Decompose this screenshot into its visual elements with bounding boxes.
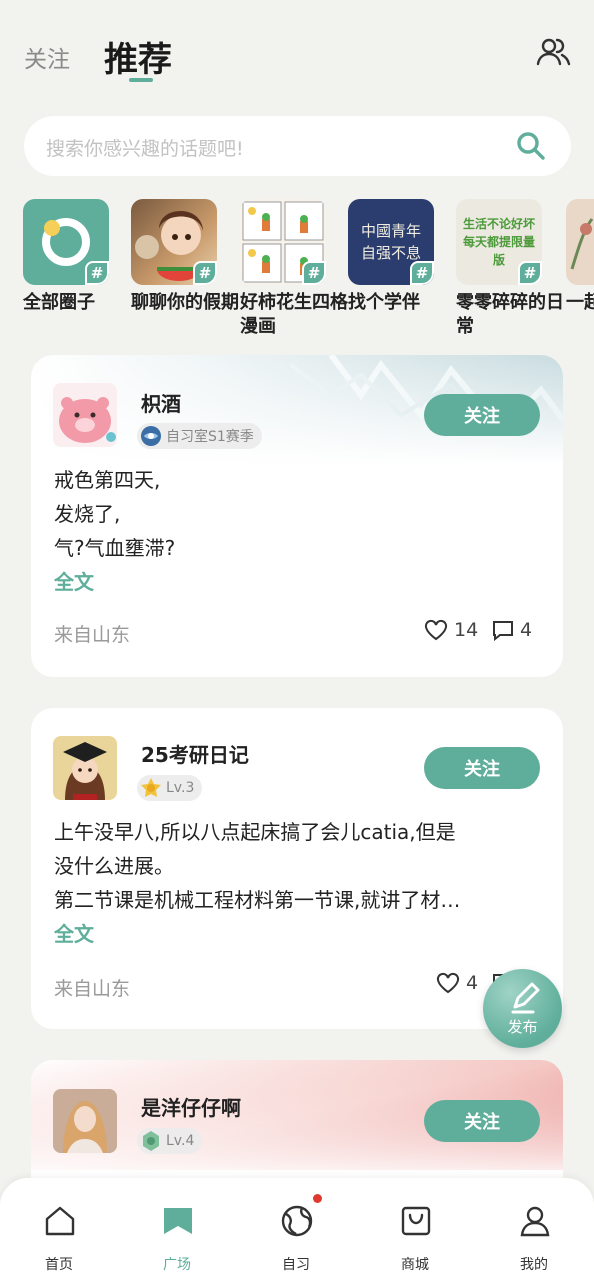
username[interactable]: 枳酒 [141,388,181,417]
circle-label: 全部圈子 [23,292,95,313]
like-button[interactable]: 4 [436,972,478,994]
badge-text: Lv.4 [166,1133,195,1149]
hash-badge-icon: # [85,261,109,285]
post-content[interactable]: 上午没早八,所以八点起床搞了会儿catia,但是 没什么进展。 第二节课是机械工… [54,815,544,917]
post-text-line: 戒色第四天, [54,468,161,492]
full-text-link[interactable]: 全文 [54,918,94,947]
pink-beaver-avatar [59,397,116,443]
nav-label: 我的 [520,1257,548,1273]
nav-item-home[interactable]: 首页 [0,1178,118,1280]
heart-icon [436,972,460,994]
plaza-icon [164,1208,192,1234]
users-icon [536,38,571,66]
circle-thumb: # [240,199,326,285]
post-text-line: 第二节课是机械工程材料第一节课,就讲了材… [54,888,461,912]
avatar[interactable] [53,736,117,800]
tab-follow[interactable]: 关注 [24,40,70,74]
badge-pill: Lv.3 [137,775,203,801]
circle-thumb: # [23,199,109,285]
like-count: 4 [466,972,479,994]
full-text-link[interactable]: 全文 [54,566,94,595]
season-medal-icon [141,426,161,446]
search-bar[interactable]: 搜索你感兴趣的话题吧! [24,116,571,176]
post-text-line: 上午没早八,所以八点起床搞了会儿catia,但是 [54,820,456,844]
graduate-girl-avatar [63,742,107,800]
level-badge-icon [141,778,161,797]
nav-item-study[interactable]: 自习 [237,1178,355,1280]
like-count: 14 [454,619,479,641]
nav-label: 自习 [282,1257,310,1273]
follow-button[interactable]: 关注 [424,747,540,789]
sketch-image [570,218,594,270]
circle-thumb: # [131,199,217,285]
publish-label: 发布 [507,1018,538,1036]
comment-button[interactable]: 4 [492,619,532,641]
home-icon [45,1206,75,1236]
circle-thumb [566,199,594,285]
circle-thumb: 生活不论好坏 每天都提限量版 # [456,199,542,285]
avatar[interactable] [53,1089,117,1153]
nav-item-plaza[interactable]: 广场 [118,1178,236,1280]
user-icon [520,1206,550,1237]
circle-thumb-text: 中國青年 自强不息 [360,222,421,262]
heart-icon [424,619,448,641]
shopping-bag-icon [401,1206,431,1236]
post-text-line: 没什么进展。 [54,854,174,878]
like-button[interactable]: 14 [424,619,478,641]
search-input[interactable]: 搜索你感兴趣的话题吧! [46,134,244,161]
globe-icon [281,1205,313,1237]
post-card[interactable]: 枳酒 自习室S1赛季 关注 戒色第四天, 发烧了, 气?气血壅滞? 全文 来自山… [31,355,563,677]
portrait-avatar [53,1089,117,1153]
nav-label: 商城 [401,1257,429,1273]
hash-badge-icon: # [518,261,542,285]
post-content[interactable]: 戒色第四天, 发烧了, 气?气血壅滞? [54,463,544,565]
username[interactable]: 是洋仔仔啊 [141,1092,241,1121]
pencil-icon [511,982,540,1014]
level-badge-icon [143,1131,159,1151]
post-location: 来自山东 [54,624,131,646]
tab-recommend[interactable]: 推荐 [104,32,172,81]
circle-label: 找个学伴 [348,292,420,313]
comment-count: 4 [520,619,533,641]
nav-label: 广场 [163,1257,191,1273]
hash-badge-icon: # [193,261,217,285]
circle-label: 聊聊你的假期 [131,292,239,313]
circle-thumb: 中國青年 自强不息 # [348,199,434,285]
badge-text: 自习室S1赛季 [166,429,254,445]
bottom-nav: 首页 广场 自习 商城 我的 [0,1178,594,1280]
tab-active-indicator [129,78,153,82]
circle-label: 零零碎碎的日常 [456,292,564,337]
avatar[interactable] [53,383,117,447]
nav-item-mine[interactable]: 我的 [475,1178,593,1280]
notification-dot [313,1194,322,1203]
circles-carousel: # 全部圈子 # 聊聊你的假期 # 好柿花生四格漫画 中國青年 自强不息 # 找… [23,199,594,339]
search-icon[interactable] [515,130,547,162]
badge-pill: Lv.4 [137,1128,203,1154]
username[interactable]: 25考研日记 [141,739,249,768]
circle-label: 好柿花生四格漫画 [240,292,348,337]
badge-pill: 自习室S1赛季 [137,423,262,449]
badge-text: Lv.3 [166,780,195,796]
post-text-line: 气?气血壅滞? [54,536,176,560]
friends-button[interactable] [536,34,572,70]
follow-button[interactable]: 关注 [424,394,540,436]
circle-label: 一起 [566,292,594,313]
follow-button[interactable]: 关注 [424,1100,540,1142]
nav-label: 首页 [45,1257,73,1273]
hash-badge-icon: # [302,261,326,285]
publish-button[interactable]: 发布 [483,969,562,1048]
nav-item-shop[interactable]: 商城 [356,1178,474,1280]
post-location: 来自山东 [54,978,131,1000]
comment-icon [493,621,513,641]
hash-badge-icon: # [410,261,434,285]
post-text-line: 发烧了, [54,502,121,526]
